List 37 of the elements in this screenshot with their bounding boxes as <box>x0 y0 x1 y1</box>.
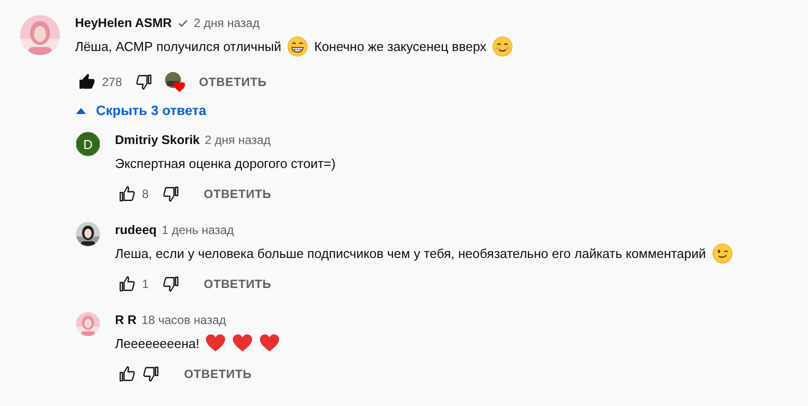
reply-button[interactable]: ОТВЕТИТЬ <box>171 361 265 387</box>
timestamp[interactable]: 1 день назад <box>162 223 234 237</box>
heart-icon <box>205 332 226 354</box>
thumbs-down-icon <box>142 365 160 383</box>
comment-text: Леша, если у человека больше подписчиков чем у тебя, необязательно его лайкать комментарий <box>115 246 706 260</box>
heart-icon <box>259 332 280 354</box>
smile-emoji-icon <box>492 36 514 56</box>
timestamp[interactable]: 2 дня назад <box>194 16 260 30</box>
comment-text: Леееееееена! <box>115 336 200 350</box>
like-count: 1 <box>142 277 149 291</box>
reply-button[interactable]: ОТВЕТИТЬ <box>190 181 284 207</box>
comment-text: Экспертная оценка дорогого стоит=) <box>115 156 336 170</box>
author-name[interactable]: R R <box>115 313 137 327</box>
timestamp[interactable]: 2 дня назад <box>204 133 271 147</box>
thumbs-up-icon <box>118 185 136 203</box>
thumbs-down-icon <box>162 185 180 203</box>
thumbs-up-icon <box>118 365 136 383</box>
thumbs-down-icon <box>162 275 180 293</box>
heart-icon <box>232 332 254 354</box>
wink-emoji-icon <box>712 242 733 264</box>
author-name[interactable]: rudeeq <box>115 223 157 237</box>
author-name[interactable]: HeyHelen ASMR <box>75 16 172 30</box>
author-name[interactable]: Dmitriy Skorik <box>115 133 200 147</box>
thumbs-up-icon <box>118 275 136 293</box>
grin-emoji-icon <box>287 36 308 56</box>
reply-button[interactable]: ОТВЕТИТЬ <box>186 69 280 95</box>
comment-text: Лёша, АСМР получился отличный <box>75 38 282 54</box>
hide-replies-button[interactable]: Скрыть 3 ответа <box>70 99 212 122</box>
caret-icon <box>76 108 86 114</box>
reply-button[interactable]: ОТВЕТИТЬ <box>190 271 284 297</box>
like-count: 278 <box>102 75 122 89</box>
thumbs-down-icon <box>135 73 154 91</box>
timestamp[interactable]: 18 часов назад <box>142 313 226 327</box>
like-count: 8 <box>142 187 149 201</box>
thumbs-up-icon <box>78 73 96 91</box>
avatar: D <box>76 132 100 156</box>
comment-text: Конечно же закусенец вверх <box>314 38 486 54</box>
